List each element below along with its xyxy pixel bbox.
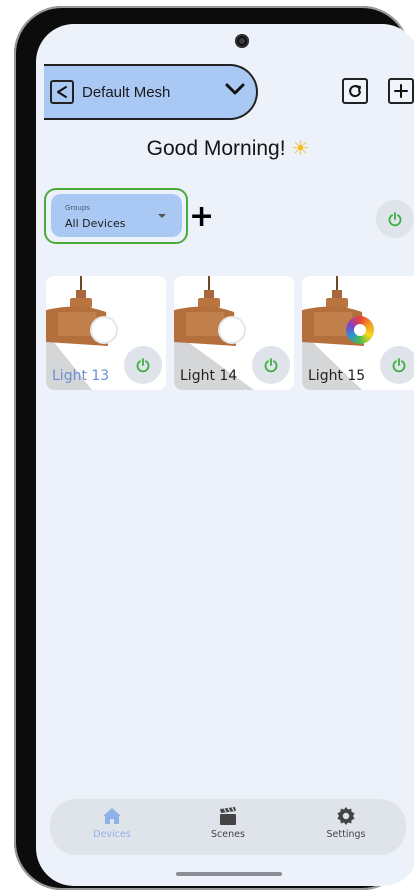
device-card[interactable]: Light 13 xyxy=(46,276,166,390)
nav-label: Scenes xyxy=(211,829,245,840)
nav-devices[interactable]: Devices xyxy=(72,805,152,840)
phone-frame: Default Mesh Good Morning! ☀ Groups All … xyxy=(14,6,414,890)
device-name: Light 14 xyxy=(180,368,238,384)
nav-settings[interactable]: Settings xyxy=(306,805,386,840)
power-icon xyxy=(392,358,406,373)
greeting-line: Good Morning! ☀ xyxy=(36,136,414,161)
share-icon[interactable] xyxy=(50,80,74,104)
mesh-selector[interactable]: Default Mesh xyxy=(44,64,258,120)
bulb-color-indicator xyxy=(90,316,118,344)
device-name: Light 13 xyxy=(52,368,110,384)
bottom-navigation: Devices Scenes Settings xyxy=(50,799,406,855)
home-icon xyxy=(103,808,121,824)
gear-icon xyxy=(337,807,355,825)
groups-dropdown[interactable]: Groups All Devices xyxy=(51,194,182,237)
power-icon xyxy=(388,212,402,227)
device-power-button[interactable] xyxy=(252,346,290,384)
device-power-button[interactable] xyxy=(380,346,414,384)
front-camera xyxy=(235,34,249,48)
refresh-icon xyxy=(349,85,361,98)
all-power-button[interactable] xyxy=(376,200,414,238)
device-name: Light 15 xyxy=(308,368,366,384)
clapperboard-icon xyxy=(220,807,236,825)
nav-label: Devices xyxy=(93,829,131,840)
chevron-down-icon[interactable] xyxy=(224,78,246,100)
device-card[interactable]: Light 15 xyxy=(302,276,414,390)
bulb-color-indicator xyxy=(218,316,246,344)
nav-label: Settings xyxy=(326,829,366,840)
refresh-button[interactable] xyxy=(342,78,368,104)
groups-dropdown-highlight: Groups All Devices xyxy=(44,188,188,244)
home-indicator[interactable] xyxy=(176,872,282,876)
caret-down-icon xyxy=(158,214,166,218)
power-icon xyxy=(136,358,150,373)
bulb-color-indicator xyxy=(346,316,374,344)
sun-icon: ☀ xyxy=(291,138,310,160)
greeting-text: Good Morning! xyxy=(146,137,286,160)
power-icon xyxy=(264,358,278,373)
nav-scenes[interactable]: Scenes xyxy=(188,805,268,840)
plus-icon xyxy=(394,84,408,98)
add-device-button[interactable] xyxy=(388,78,414,104)
mesh-name: Default Mesh xyxy=(82,83,171,101)
groups-caption: Groups xyxy=(65,204,90,212)
device-power-button[interactable] xyxy=(124,346,162,384)
share-glyph xyxy=(57,86,67,98)
device-card[interactable]: Light 14 xyxy=(174,276,294,390)
groups-selected-value: All Devices xyxy=(65,217,126,230)
app-screen: Default Mesh Good Morning! ☀ Groups All … xyxy=(36,24,414,886)
add-group-button[interactable]: + xyxy=(189,202,214,232)
